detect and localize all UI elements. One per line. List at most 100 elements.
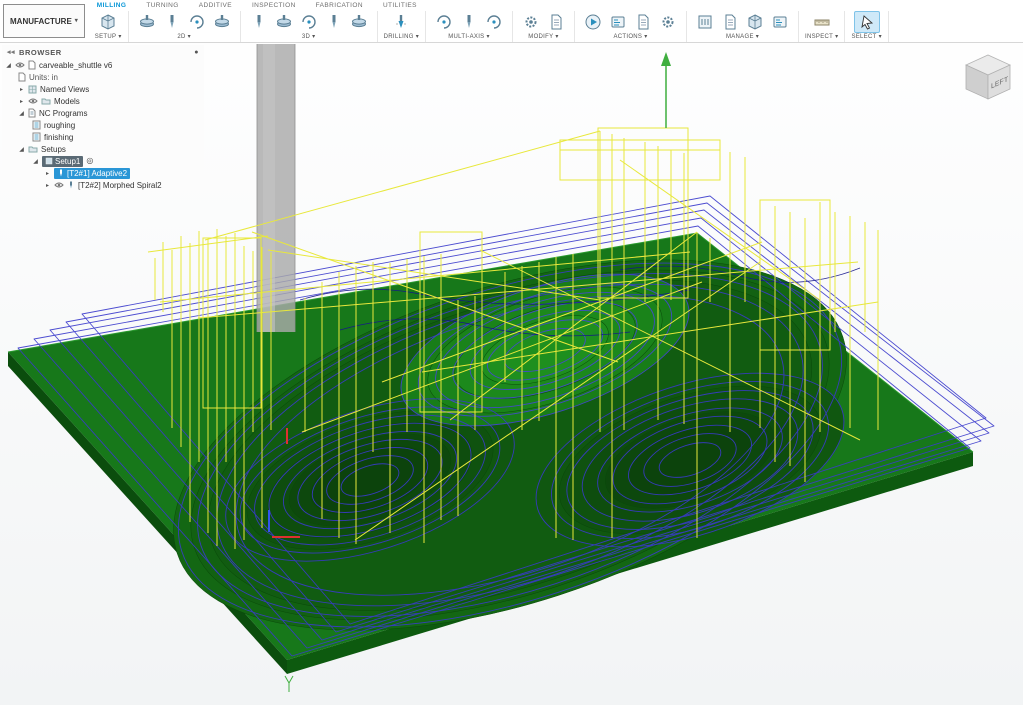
stock-point-icon[interactable]: ◎	[86, 157, 93, 165]
toolpath-z-axis-arrow	[661, 52, 671, 128]
nc-programs-icon	[28, 108, 36, 118]
2d-adaptive-icon[interactable]	[160, 12, 184, 32]
toolpath-icon	[67, 181, 75, 189]
expand-arrow-icon[interactable]: ▸	[44, 170, 51, 177]
swarf-icon[interactable]	[457, 12, 481, 32]
group-2d-label[interactable]: 2D	[177, 34, 185, 40]
group-setup-label[interactable]: SETUP	[95, 34, 117, 40]
tree-item-models[interactable]: ▸ Models	[2, 95, 204, 107]
group-modify: MODIFY▾	[513, 11, 575, 42]
gcode-icon	[32, 132, 41, 142]
task-manager-icon[interactable]	[768, 12, 792, 32]
rotary-icon[interactable]	[482, 12, 506, 32]
tree-item-finishing[interactable]: finishing	[2, 131, 204, 143]
drill-icon[interactable]	[389, 12, 413, 32]
eye-icon[interactable]	[28, 97, 38, 105]
app-window: { "app": { "workspace": { "label": "MANU…	[0, 0, 1023, 705]
group-drilling-label[interactable]: DRILLING	[384, 34, 414, 40]
collapse-panel-icon[interactable]: ◂◂	[7, 48, 15, 56]
chevron-down-icon: ▾	[188, 34, 191, 40]
2d-pocket-icon[interactable]	[185, 12, 209, 32]
tree-item-units[interactable]: Units: in	[2, 71, 204, 83]
tree-item-morphed-spiral2[interactable]: ▸ [T2#2] Morphed Spiral2	[2, 179, 204, 191]
tree-item-adaptive2[interactable]: ▸ [T2#1] Adaptive2	[2, 167, 204, 179]
scallop-icon[interactable]	[322, 12, 346, 32]
units-icon	[18, 72, 26, 82]
simulate-icon[interactable]	[581, 12, 605, 32]
group-multiaxis: MULTI-AXIS▾	[426, 11, 513, 42]
group-select-label[interactable]: SELECT	[851, 34, 876, 40]
chevron-down-icon: ▾	[416, 34, 419, 40]
group-actions: ACTIONS▾	[575, 11, 687, 42]
group-actions-label[interactable]: ACTIONS	[613, 34, 642, 40]
viewcube[interactable]: LEFT	[956, 47, 1020, 111]
ribbon: MILLING TURNING ADDITIVE INSPECTION FABR…	[89, 0, 1023, 42]
post-process-icon[interactable]	[606, 12, 630, 32]
group-inspect-label[interactable]: INSPECT	[805, 34, 833, 40]
2d-contour-icon[interactable]	[210, 12, 234, 32]
parallel-icon[interactable]	[297, 12, 321, 32]
folder-icon	[41, 97, 51, 105]
trim-icon[interactable]	[519, 12, 543, 32]
tab-utilities[interactable]: UTILITIES	[383, 2, 417, 9]
workspace-switcher[interactable]: MANUFACTURE ▾	[3, 4, 85, 38]
chevron-down-icon: ▾	[835, 34, 838, 40]
multiaxis-contour-icon[interactable]	[432, 12, 456, 32]
setup-icon	[45, 157, 53, 165]
expand-arrow-icon[interactable]: ◢	[5, 62, 12, 69]
tab-inspection[interactable]: INSPECTION	[252, 2, 296, 9]
select-icon[interactable]	[854, 11, 880, 33]
expand-arrow-icon[interactable]: ▸	[18, 86, 25, 93]
tab-milling[interactable]: MILLING	[97, 2, 127, 9]
eye-icon[interactable]	[15, 61, 25, 69]
expand-arrow-icon[interactable]: ◢	[18, 146, 25, 153]
spiral-icon[interactable]	[347, 12, 371, 32]
named-views-icon	[28, 85, 37, 94]
tree-item-setups[interactable]: ◢ Setups	[2, 143, 204, 155]
generate-icon[interactable]	[656, 12, 680, 32]
templates-icon[interactable]	[718, 12, 742, 32]
group-select: SELECT▾	[845, 11, 888, 42]
tree-item-nc-programs[interactable]: ◢ NC Programs	[2, 107, 204, 119]
workspace-label: MANUFACTURE	[10, 17, 72, 26]
tab-fabrication[interactable]: FABRICATION	[316, 2, 363, 9]
tool-library-icon[interactable]	[693, 12, 717, 32]
tree-item-roughing[interactable]: roughing	[2, 119, 204, 131]
group-manage-label[interactable]: MANAGE	[726, 34, 754, 40]
setup-sheet-icon[interactable]	[631, 12, 655, 32]
link-icon[interactable]	[544, 12, 568, 32]
new-setup-icon[interactable]	[96, 12, 120, 32]
toolpath-icon	[57, 169, 65, 177]
expand-arrow-icon[interactable]: ◢	[18, 110, 25, 117]
ribbon-groups: SETUP▾ 2D▾ 3D▾	[89, 11, 889, 42]
face-mill-icon[interactable]	[135, 12, 159, 32]
group-modify-label[interactable]: MODIFY	[528, 34, 553, 40]
group-3d-label[interactable]: 3D	[302, 34, 310, 40]
tree-item-document-root[interactable]: ◢ carveable_shuttle v6	[2, 59, 204, 71]
folder-icon	[28, 145, 38, 153]
tree-item-setup1[interactable]: ◢ Setup1 ◎	[2, 155, 204, 167]
main-toolbar: MANUFACTURE ▾ MILLING TURNING ADDITIVE I…	[0, 0, 1023, 43]
machine-library-icon[interactable]	[743, 12, 767, 32]
measure-icon[interactable]	[810, 12, 834, 32]
tab-turning[interactable]: TURNING	[146, 2, 178, 9]
chevron-down-icon: ▾	[75, 18, 78, 24]
expand-arrow-icon[interactable]: ▸	[18, 98, 25, 105]
eye-icon[interactable]	[54, 181, 64, 189]
browser-panel: ◂◂ BROWSER ● ◢ carveable_shuttle v6 Unit…	[2, 45, 204, 191]
group-drilling: DRILLING▾	[378, 11, 426, 42]
pocket-clearing-icon[interactable]	[272, 12, 296, 32]
chevron-down-icon: ▾	[312, 34, 315, 40]
adaptive-clearing-icon[interactable]	[247, 12, 271, 32]
chevron-down-icon: ▾	[756, 34, 759, 40]
panel-options-icon[interactable]: ●	[194, 49, 199, 56]
group-setup: SETUP▾	[89, 11, 129, 42]
tab-additive[interactable]: ADDITIVE	[199, 2, 232, 9]
chevron-down-icon: ▾	[486, 34, 489, 40]
gcode-icon	[32, 120, 41, 130]
expand-arrow-icon[interactable]: ◢	[32, 158, 39, 165]
tree-item-named-views[interactable]: ▸ Named Views	[2, 83, 204, 95]
group-multiaxis-label[interactable]: MULTI-AXIS	[448, 34, 484, 40]
expand-arrow-icon[interactable]: ▸	[44, 182, 51, 189]
chevron-down-icon: ▾	[644, 34, 647, 40]
